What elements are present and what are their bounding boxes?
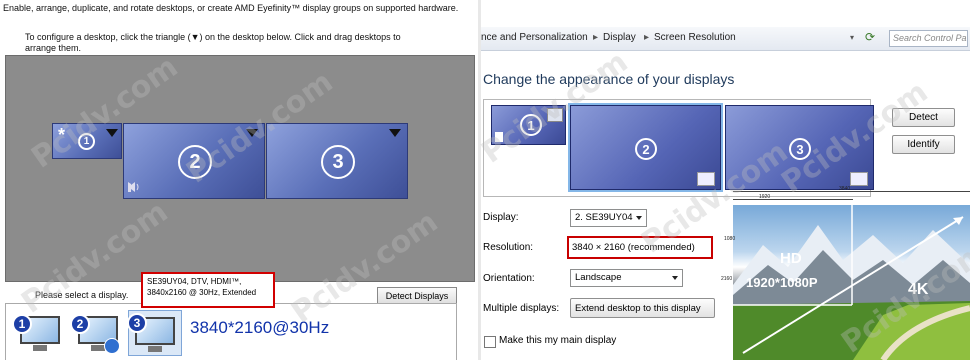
display-arrangement-canvas[interactable]: 1 2 3: [483, 99, 874, 197]
keyboard-icon: [850, 172, 868, 186]
desktop-number-2: 2: [178, 145, 212, 179]
resolution-comparison-diagram: 3840 1920 HD 1920*1080P 4K: [733, 186, 970, 360]
display-tile-2[interactable]: 2: [568, 103, 723, 192]
display-mode-caption: 3840*2160@30Hz: [190, 318, 330, 337]
monitor-stand: [33, 345, 47, 351]
desktop-arrangement-canvas[interactable]: * 1 2 3: [5, 55, 475, 282]
chevron-down-icon: [672, 276, 678, 280]
monitor-stand: [148, 346, 162, 352]
speaker-icon: [128, 182, 141, 192]
resolution-label: Resolution:: [483, 242, 534, 253]
speaker-icon: [104, 338, 120, 354]
desktop-tile-2[interactable]: 2: [123, 123, 265, 199]
tooltip-line-2: 3840x2160 @ 30Hz, Extended: [147, 288, 257, 297]
main-display-label: Make this my main display: [499, 335, 617, 346]
instruction-text: To configure a desktop, click the triang…: [25, 32, 401, 42]
desktop-tile-1[interactable]: * 1: [52, 123, 122, 159]
monitor-stand: [91, 345, 105, 351]
monitor-small-icon: [495, 132, 503, 142]
monitor-badge-3: 3: [127, 313, 147, 333]
detect-button[interactable]: Detect: [892, 108, 955, 127]
page-title: Change the appearance of your displays: [483, 71, 735, 87]
dropdown-arrow-icon[interactable]: ▾: [850, 33, 854, 42]
select-display-label: Please select a display.: [35, 290, 129, 300]
keyboard-icon: [697, 172, 715, 186]
instruction-text-2: arrange them.: [25, 43, 82, 53]
resolution-select-value: 3840 × 2160 (recommended): [572, 242, 695, 253]
dimension-line-4k: [733, 191, 970, 192]
breadcrumb-separator-icon: ▸: [644, 32, 650, 43]
header-text: Enable, arrange, duplicate, and rotate d…: [3, 3, 459, 13]
display-number-3: 3: [789, 138, 811, 160]
monitor-2[interactable]: 2: [70, 314, 120, 354]
display-select[interactable]: 2. SE39UY04: [570, 209, 647, 227]
address-bar: nce and Personalization ▸ Display ▸ Scre…: [481, 27, 970, 51]
tooltip-line-1: SE39UY04, DTV, HDMI™,: [147, 277, 242, 286]
dim-label-1920: 1920: [759, 194, 771, 200]
display-tile-3[interactable]: 3: [725, 105, 874, 190]
display-select-value: 2. SE39UY04: [575, 212, 633, 223]
display-thumbnail-icon: [547, 108, 563, 122]
desktop-number-1: 1: [78, 133, 95, 150]
hd-label: HD: [780, 250, 802, 267]
orientation-label: Orientation:: [483, 273, 535, 284]
dim-label-3840: 3840: [839, 186, 851, 192]
primary-marker: *: [58, 125, 66, 145]
desktop-number-3: 3: [321, 145, 355, 179]
dim-label-2160: 2160: [721, 276, 733, 282]
search-input[interactable]: Search Control Pa: [889, 30, 968, 47]
monitor-badge-1: 1: [12, 314, 32, 334]
breadcrumb-separator-icon: ▸: [593, 32, 599, 43]
main-display-checkbox[interactable]: [484, 336, 496, 348]
dim-label-1080: 1080: [724, 236, 736, 242]
orientation-select[interactable]: Landscape: [570, 269, 683, 287]
display-info-tooltip: SE39UY04, DTV, HDMI™, 3840x2160 @ 30Hz, …: [141, 272, 275, 308]
chevron-down-icon: [636, 216, 642, 220]
display-number-1: 1: [520, 114, 542, 136]
hd-resolution-label: 1920*1080P: [746, 275, 818, 290]
breadcrumb-display[interactable]: Display: [603, 32, 636, 43]
landscape-photo: HD 1920*1080P 4K: [733, 205, 970, 360]
multiple-displays-select[interactable]: Extend desktop to this display: [570, 298, 715, 318]
multiple-displays-label: Multiple displays:: [483, 303, 560, 314]
desktop-2-menu-triangle[interactable]: [246, 129, 258, 137]
display-number-2: 2: [635, 138, 657, 160]
amd-display-manager-panel: Enable, arrange, duplicate, and rotate d…: [0, 0, 478, 360]
windows-screen-resolution-panel: nce and Personalization ▸ Display ▸ Scre…: [481, 0, 970, 360]
desktop-3-menu-triangle[interactable]: [389, 129, 401, 137]
orientation-select-value: Landscape: [575, 272, 622, 283]
monitor-3-selected[interactable]: 3: [127, 310, 182, 356]
resolution-select[interactable]: 3840 × 2160 (recommended): [567, 236, 713, 259]
display-label: Display:: [483, 212, 519, 223]
breadcrumb-screen-resolution[interactable]: Screen Resolution: [654, 32, 736, 43]
monitor-badge-2: 2: [70, 314, 90, 334]
4k-label: 4K: [908, 281, 929, 298]
desktop-tile-3[interactable]: 3: [266, 123, 408, 199]
display-tile-1[interactable]: 1: [491, 105, 566, 145]
monitor-1[interactable]: 1: [12, 314, 62, 352]
refresh-icon[interactable]: ⟳: [865, 30, 875, 44]
breadcrumb-appearance[interactable]: nce and Personalization: [481, 32, 588, 43]
dimension-line-hd: [733, 199, 853, 200]
desktop-1-menu-triangle[interactable]: [106, 129, 118, 137]
identify-button[interactable]: Identify: [892, 135, 955, 154]
